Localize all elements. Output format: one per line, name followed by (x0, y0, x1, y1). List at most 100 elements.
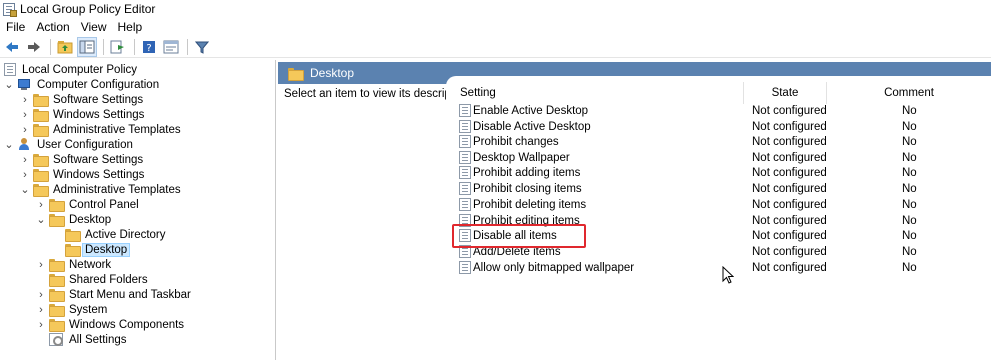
up-one-level-button[interactable] (55, 37, 75, 57)
policy-icon (4, 63, 16, 76)
policy-setting-icon (459, 104, 471, 117)
chevron-right-icon[interactable]: › (35, 319, 47, 331)
tree-item-administrative-templates[interactable]: › Administrative Templates (19, 122, 184, 137)
chevron-right-icon[interactable]: › (19, 109, 31, 121)
tree-item-windows-settings[interactable]: › Windows Settings (19, 167, 147, 182)
folder-icon (33, 169, 49, 182)
menu-help[interactable]: Help (115, 20, 151, 34)
column-header-state[interactable]: State (744, 83, 826, 103)
folder-icon (65, 229, 81, 242)
setting-row[interactable]: Prohibit adding items Not configured No (446, 165, 991, 180)
setting-name: Prohibit closing items (473, 182, 582, 195)
chevron-right-icon[interactable]: › (35, 199, 47, 211)
tree-item-all-settings[interactable]: All Settings (35, 332, 130, 347)
setting-row[interactable]: Enable Active Desktop Not configured No (446, 103, 991, 118)
tree-item-shared-folders[interactable]: Shared Folders (35, 272, 151, 287)
setting-row[interactable]: Desktop Wallpaper Not configured No (446, 150, 991, 165)
tree-item-software-settings[interactable]: › Software Settings (19, 92, 146, 107)
export-list-button[interactable] (108, 37, 128, 57)
chevron-right-icon[interactable]: › (35, 304, 47, 316)
setting-row[interactable]: Prohibit changes Not configured No (446, 134, 991, 149)
tree-item-label: Control Panel (69, 198, 139, 211)
up-folder-icon (57, 40, 73, 53)
tree-item-label: Administrative Templates (53, 183, 181, 196)
tree-item-label: Desktop (82, 242, 131, 257)
tree-item-local-computer-policy[interactable]: Local Computer Policy (2, 62, 140, 77)
tree-item-label: Local Computer Policy (22, 63, 138, 76)
setting-state: Not configured (752, 198, 827, 211)
setting-comment: No (902, 245, 917, 258)
filter-icon (195, 41, 209, 54)
tree-item-network[interactable]: › Network (35, 257, 114, 272)
properties-button[interactable] (161, 37, 181, 57)
setting-comment: No (902, 182, 917, 195)
setting-row[interactable]: Prohibit deleting items Not configured N… (446, 197, 991, 212)
folder-icon (49, 289, 65, 302)
setting-name: Disable Active Desktop (473, 120, 591, 133)
setting-row[interactable]: Prohibit closing items Not configured No (446, 181, 991, 196)
tree-item-label: System (69, 303, 108, 316)
column-header-comment[interactable]: Comment (827, 83, 991, 103)
help-button[interactable]: ? (139, 37, 159, 57)
tree-item-label: Windows Settings (53, 108, 145, 121)
tree-item-computer-configuration[interactable]: ⌄ Computer Configuration (3, 77, 162, 92)
tree-item-label: Shared Folders (69, 273, 148, 286)
chevron-right-icon[interactable]: › (19, 169, 31, 181)
setting-state: Not configured (752, 229, 827, 242)
tree-item-label: Network (69, 258, 112, 271)
tree-item-user-configuration[interactable]: ⌄ User Configuration (3, 137, 136, 152)
chevron-down-icon[interactable]: ⌄ (19, 184, 31, 196)
description-text: Select an item to view its description. (284, 88, 473, 100)
setting-comment: No (902, 104, 917, 117)
toolbar-separator (50, 38, 51, 55)
menu-file[interactable]: File (3, 20, 33, 34)
menu-view[interactable]: View (78, 20, 115, 34)
column-header-setting[interactable]: Setting (460, 83, 740, 103)
folder-icon (33, 109, 49, 122)
setting-row[interactable]: Allow only bitmapped wallpaper Not confi… (446, 260, 991, 275)
setting-state: Not configured (752, 166, 827, 179)
policy-setting-icon (459, 120, 471, 133)
tree-item-active-directory[interactable]: Active Directory (51, 227, 169, 242)
tree-item-start-menu-and-taskbar[interactable]: › Start Menu and Taskbar (35, 287, 194, 302)
show-hide-tree-button[interactable] (77, 36, 97, 57)
details-header-title: Desktop (310, 66, 355, 80)
setting-state: Not configured (752, 104, 827, 117)
back-button[interactable] (2, 37, 22, 57)
tree-item-desktop[interactable]: ⌄ Desktop (35, 212, 114, 227)
setting-row[interactable]: Disable Active Desktop Not configured No (446, 119, 991, 134)
chevron-right-icon[interactable]: › (19, 94, 31, 106)
setting-comment: No (902, 261, 917, 274)
mouse-pointer-icon (722, 266, 734, 284)
setting-state: Not configured (752, 151, 827, 164)
tree-item-windows-settings[interactable]: › Windows Settings (19, 107, 147, 122)
chevron-right-icon[interactable]: › (19, 124, 31, 136)
forward-button[interactable] (24, 37, 44, 57)
tree-item-windows-components[interactable]: › Windows Components (35, 317, 187, 332)
chevron-right-icon[interactable]: › (35, 289, 47, 301)
chevron-right-icon[interactable]: › (35, 259, 47, 271)
menu-action[interactable]: Action (33, 20, 77, 34)
tree-item-administrative-templates[interactable]: ⌄ Administrative Templates (19, 182, 184, 197)
tree-item-label: Software Settings (53, 153, 144, 166)
filter-button[interactable] (192, 37, 212, 57)
folder-icon (33, 154, 49, 167)
folder-icon (33, 124, 49, 137)
setting-name: Prohibit adding items (473, 166, 581, 179)
tree-item-label: Desktop (69, 213, 112, 226)
tree-item-software-settings[interactable]: › Software Settings (19, 152, 146, 167)
toolbar-separator (103, 38, 104, 55)
computer-icon (17, 78, 31, 91)
chevron-down-icon[interactable]: ⌄ (3, 139, 15, 151)
tree-item-desktop-selected[interactable]: Desktop (51, 242, 131, 257)
show-hide-tree-icon (79, 40, 95, 53)
setting-state: Not configured (752, 245, 827, 258)
setting-name: Enable Active Desktop (473, 104, 589, 117)
tree-item-system[interactable]: › System (35, 302, 110, 317)
setting-name: Allow only bitmapped wallpaper (473, 261, 635, 274)
tree-item-control-panel[interactable]: › Control Panel (35, 197, 142, 212)
chevron-down-icon[interactable]: ⌄ (3, 79, 15, 91)
chevron-down-icon[interactable]: ⌄ (35, 214, 47, 226)
folder-icon (49, 214, 65, 227)
chevron-right-icon[interactable]: › (19, 154, 31, 166)
